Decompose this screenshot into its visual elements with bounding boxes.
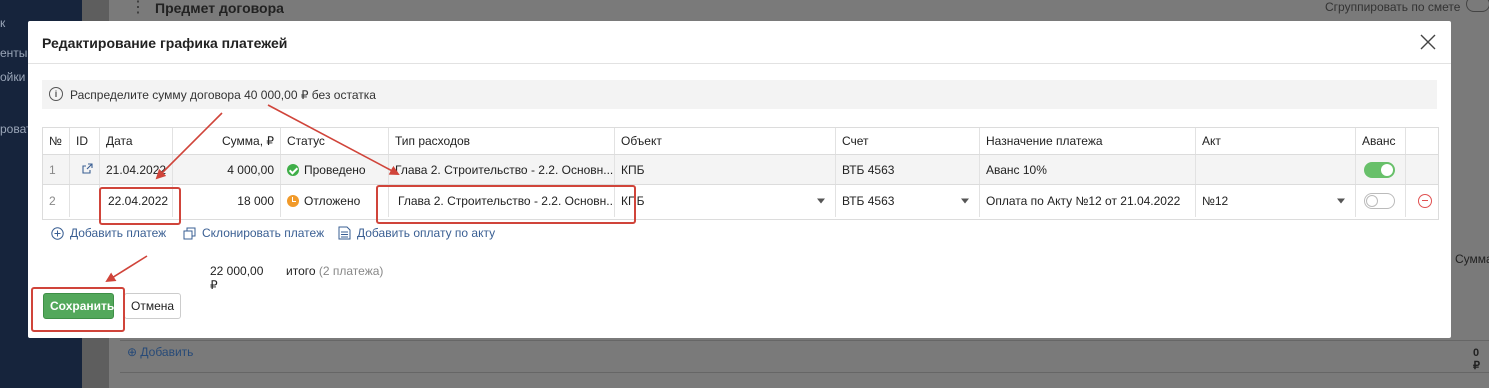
info-icon: i (49, 87, 63, 101)
row-status: Проведено (281, 155, 389, 184)
account-select[interactable]: ВТБ 4563 (836, 185, 980, 217)
col-expense-type: Тип расходов (389, 128, 615, 154)
advance-toggle[interactable] (1364, 161, 1395, 178)
total-count: (2 платежа) (318, 264, 384, 278)
total-label: итого (2 платежа) (286, 264, 384, 278)
payment-schedule-dialog: Редактирование графика платежей i Распре… (28, 21, 1451, 338)
row-object: КПБ (615, 155, 836, 184)
col-date: Дата (100, 128, 173, 154)
advance-toggle[interactable] (1364, 193, 1395, 209)
row-account: ВТБ 4563 (836, 155, 980, 184)
expense-type-select[interactable]: Глава 2. Строительство - 2.2. Основн... (389, 185, 615, 217)
col-actions (1406, 128, 1438, 154)
purpose-input[interactable]: Оплата по Акту №12 от 21.04.2022 (980, 185, 1196, 217)
clone-payment-button[interactable]: Склонировать платеж (183, 226, 324, 240)
divider (28, 63, 1451, 64)
cancel-button[interactable]: Отмена (124, 293, 181, 319)
col-id: ID (70, 128, 100, 154)
divider (120, 372, 1489, 373)
group-toggle[interactable] (1466, 0, 1489, 12)
table-row: 2 22.04.2022 18 000 Отложено Глава 2. Ст… (43, 185, 1438, 217)
add-act-payment-button[interactable]: Добавить оплату по акту (338, 226, 495, 240)
row-status: Отложено (281, 185, 389, 217)
more-icon[interactable]: ⋮ (130, 0, 146, 17)
add-act-payment-label: Добавить оплату по акту (357, 226, 496, 240)
table-header: № ID Дата Сумма, ₽ Статус Тип расходов О… (43, 128, 1438, 155)
add-label: Добавить (140, 345, 194, 359)
col-account: Счет (836, 128, 980, 154)
row-date: 21.04.2022 (100, 155, 173, 184)
col-num: № (43, 128, 70, 154)
save-button[interactable]: Сохранить (43, 293, 114, 319)
row-advance (1356, 185, 1406, 217)
row-act (1196, 155, 1356, 184)
col-advance: Аванс (1356, 128, 1406, 154)
add-button[interactable]: ⊕ Добавить (127, 345, 193, 359)
status-label: Отложено (304, 194, 361, 208)
section-title: Предмет договора (155, 0, 284, 16)
add-payment-button[interactable]: Добавить платеж (51, 226, 166, 240)
col-status: Статус (281, 128, 389, 154)
row-id (70, 155, 100, 184)
close-icon[interactable] (1418, 32, 1438, 52)
col-act: Акт (1196, 128, 1356, 154)
row-amount: 4 000,00 (173, 155, 281, 184)
col-purpose: Назначение платежа (980, 128, 1196, 154)
info-banner: i Распределите сумму договора 40 000,00 … (42, 80, 1437, 109)
row-num: 2 (43, 185, 70, 217)
status-postponed-icon (287, 195, 299, 207)
clone-payment-label: Склонировать платеж (202, 226, 325, 240)
row-purpose: Аванс 10% (980, 155, 1196, 184)
chevron-down-icon (1337, 198, 1345, 204)
row-actions (1406, 185, 1438, 217)
copy-icon (183, 227, 196, 239)
status-label: Проведено (304, 162, 366, 177)
sidebar-item[interactable]: ойки (0, 70, 25, 84)
chevron-down-icon (961, 198, 969, 204)
act-select[interactable]: №12 (1196, 185, 1356, 217)
row-expense-type: Глава 2. Строительство - 2.2. Основн... (389, 155, 615, 184)
divider (120, 340, 1489, 341)
col-object: Объект (615, 128, 836, 154)
add-payment-label: Добавить платеж (70, 226, 167, 240)
sum-total: 0 ₽ (1473, 347, 1480, 372)
date-input[interactable]: 22.04.2022 (100, 185, 173, 217)
table-row: 1 21.04.2022 4 000,00 Проведено Глава 2.… (43, 155, 1438, 185)
row-id (70, 185, 100, 217)
chevron-down-icon (817, 198, 825, 204)
status-done-icon (287, 163, 299, 176)
sidebar-item[interactable]: к (0, 16, 5, 30)
sidebar-item[interactable]: енты (0, 46, 27, 60)
amount-input[interactable]: 18 000 (173, 185, 281, 217)
object-select[interactable]: КПБ (615, 185, 836, 217)
group-toggle-label: Сгруппировать по смете (1325, 0, 1461, 14)
remove-row-icon[interactable] (1418, 194, 1432, 208)
document-icon (338, 226, 351, 240)
sum-header: Сумма (1455, 252, 1489, 266)
dialog-title: Редактирование графика платежей (42, 35, 288, 51)
plus-circle-icon (51, 226, 64, 240)
col-amount: Сумма, ₽ (173, 128, 281, 154)
row-actions (1406, 155, 1438, 184)
info-text: Распределите сумму договора 40 000,00 ₽ … (70, 88, 376, 102)
external-link-icon[interactable] (82, 162, 93, 177)
payments-table: № ID Дата Сумма, ₽ Статус Тип расходов О… (42, 127, 1439, 220)
row-num: 1 (43, 155, 70, 184)
table-actions: Добавить платеж Склонировать платеж Доба… (42, 226, 1437, 248)
row-advance (1356, 155, 1406, 184)
